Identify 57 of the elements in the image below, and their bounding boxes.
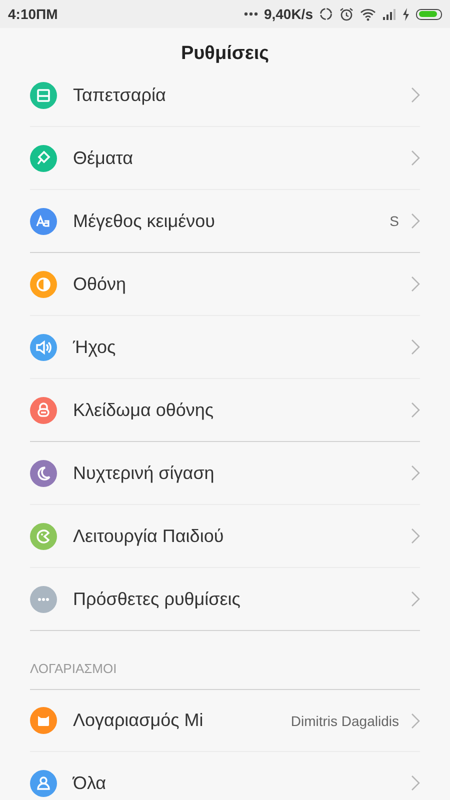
signal-icon — [382, 8, 396, 20]
night-icon — [30, 460, 57, 486]
chevron-icon — [411, 591, 420, 607]
more-icon — [30, 586, 57, 612]
settings-item[interactable]: Κλείδωμα οθόνης — [30, 379, 420, 442]
network-speed: 9,40K/s — [264, 6, 313, 22]
settings-item[interactable]: Λειτουργία Παιδιού — [30, 505, 420, 568]
chevron-icon — [411, 213, 420, 229]
item-label: Πρόσθετες ρυθμίσεις — [73, 588, 242, 610]
text-size-icon — [30, 208, 57, 234]
settings-item[interactable]: Ήχος — [30, 316, 420, 379]
item-label: Λειτουργία Παιδιού — [73, 526, 225, 546]
item-label: Οθόνη — [73, 274, 128, 294]
user-icon — [30, 770, 57, 796]
item-value: Dimitris Dagalidis — [290, 712, 399, 728]
chevron-icon — [411, 402, 420, 418]
display-icon — [30, 270, 57, 298]
settings-item[interactable]: Ταπετσαρία — [30, 80, 420, 127]
sync-icon — [319, 7, 333, 21]
wallpaper-icon — [30, 82, 57, 108]
settings-item[interactable]: Όλα — [30, 752, 420, 800]
alarm-icon — [339, 6, 354, 22]
mi-icon — [30, 707, 57, 734]
item-label: Όλα — [73, 772, 108, 794]
item-label: Νυχτερινή σίγαση — [73, 462, 216, 484]
settings-item[interactable]: Πρόσθετες ρυθμίσεις — [30, 568, 420, 631]
battery-icon — [416, 8, 442, 20]
themes-icon — [30, 144, 57, 172]
chevron-icon — [411, 150, 420, 166]
chevron-icon — [411, 712, 420, 728]
settings-item[interactable]: Λογαριασμός Mi Dimitris Dagalidis — [30, 689, 420, 752]
item-label: Λογαριασμός Mi — [73, 710, 204, 731]
item-label: Ήχος — [73, 336, 117, 358]
child-icon — [30, 522, 57, 550]
wifi-icon — [360, 8, 376, 20]
item-value: S — [390, 213, 399, 229]
chevron-icon — [411, 465, 420, 481]
screen-title: Ρυθμίσεις — [180, 43, 270, 65]
chevron-icon — [411, 87, 420, 103]
item-label: Ταπετσαρία — [73, 84, 167, 106]
settings-item[interactable]: Οθόνη — [30, 253, 420, 316]
chevron-icon — [411, 775, 420, 791]
chevron-icon — [411, 276, 420, 292]
section-header: ΛΟΓΑΡΙΑΣΜΟΙ — [30, 661, 117, 676]
chevron-icon — [411, 528, 420, 544]
sound-icon — [30, 334, 57, 360]
chevron-icon — [411, 339, 420, 355]
settings-item[interactable]: Θέματα — [30, 127, 420, 190]
lock-icon — [30, 396, 57, 424]
item-label: Κλείδωμα οθόνης — [73, 400, 215, 420]
item-label: Θέματα — [73, 148, 134, 168]
settings-item[interactable]: Μέγεθος κειμένου S — [30, 190, 420, 253]
status-time: 4:10ΠΜ — [8, 6, 58, 22]
more-notifications-icon — [244, 12, 258, 16]
item-label: Μέγεθος κειμένου — [73, 210, 216, 232]
settings-item[interactable]: Νυχτερινή σίγαση — [30, 442, 420, 505]
charging-icon — [402, 8, 410, 20]
